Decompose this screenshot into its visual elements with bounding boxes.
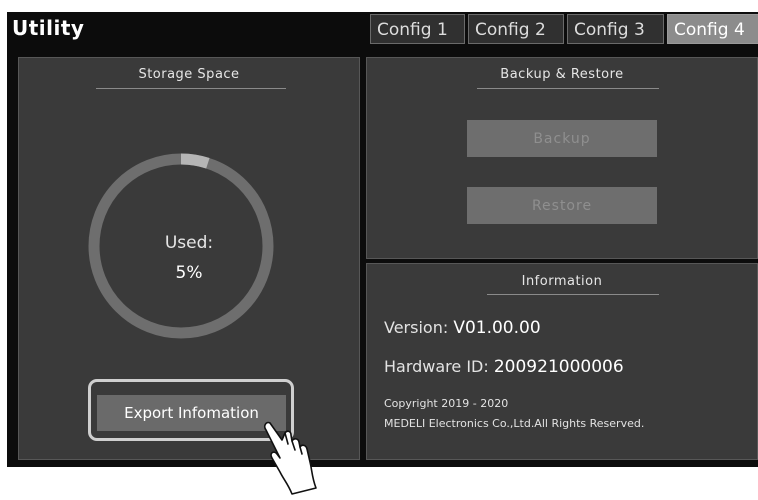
storage-space-title: Storage Space (138, 67, 240, 82)
hardware-id-label: Hardware ID: (384, 357, 489, 376)
hardware-id-value: 200921000006 (493, 357, 624, 377)
tab-config-3[interactable]: Config 3 (567, 14, 664, 44)
config-tabs: Config 1 Config 2 Config 3 Config 4 (370, 14, 758, 48)
tab-config-1[interactable]: Config 1 (370, 14, 465, 44)
copyright-line-2: MEDELI Electronics Co.,Ltd.All Rights Re… (384, 417, 645, 430)
backup-button[interactable]: Backup (467, 120, 657, 157)
backup-restore-panel: Backup & Restore (366, 57, 758, 259)
hardware-id-row: Hardware ID: 200921000006 (384, 357, 624, 377)
tab-config-4[interactable]: Config 4 (667, 14, 758, 44)
hand-pointer-icon (263, 421, 317, 495)
used-label: Used: (164, 233, 214, 253)
restore-button[interactable]: Restore (467, 187, 657, 224)
version-label: Version: (384, 318, 449, 337)
page-title: Utility (12, 16, 85, 40)
version-row: Version: V01.00.00 (384, 318, 541, 338)
used-percentage: 5% (175, 263, 203, 283)
copyright-line-1: Copyright 2019 - 2020 (384, 397, 509, 410)
title-underline (96, 88, 286, 89)
backup-restore-title: Backup & Restore (500, 67, 624, 82)
version-value: V01.00.00 (453, 318, 541, 338)
title-underline (477, 88, 659, 89)
information-title: Information (521, 274, 603, 289)
tab-config-2[interactable]: Config 2 (468, 14, 564, 44)
title-underline (487, 294, 659, 295)
